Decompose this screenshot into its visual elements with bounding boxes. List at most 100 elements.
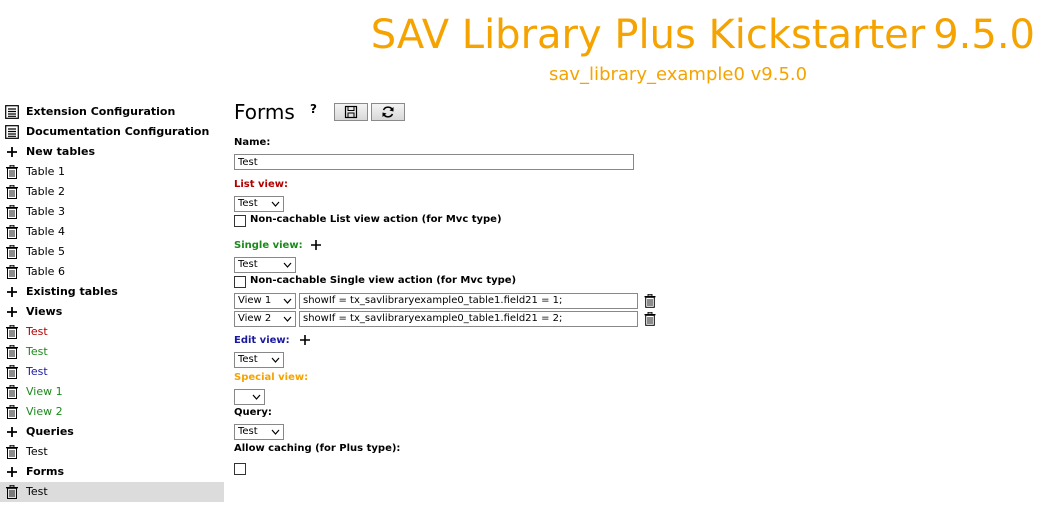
sidebar-item-forms[interactable]: Forms: [0, 462, 224, 482]
sidebar-item-label: Table 4: [26, 225, 65, 238]
list-view-select[interactable]: Test: [234, 196, 284, 212]
sidebar-item-label: Existing tables: [26, 285, 118, 298]
sidebar-item-test[interactable]: Test: [0, 342, 224, 362]
chevron-down-icon: [283, 298, 292, 304]
caching-checkbox[interactable]: [234, 463, 246, 475]
chevron-down-icon: [271, 201, 280, 207]
delete-view-1-icon[interactable]: [644, 294, 656, 308]
list-view-label: List view:: [234, 179, 288, 190]
forms-header: Forms ?: [234, 100, 1034, 130]
sidebar-item-table-2[interactable]: Table 2: [0, 182, 224, 202]
delete-view-2-icon[interactable]: [644, 312, 656, 326]
trash-icon[interactable]: [5, 325, 19, 339]
sidebar-item-label: Test: [26, 485, 48, 498]
app-title: SAV Library Plus Kickstarter 9.5.0: [370, 12, 1035, 58]
app-version: 9.5.0: [933, 12, 1035, 58]
plus-icon[interactable]: [5, 285, 19, 299]
name-input[interactable]: [234, 154, 634, 170]
single-view-label: Single view:: [234, 240, 303, 251]
list-view-selected: Test: [238, 198, 258, 209]
chevron-down-icon: [283, 316, 292, 322]
save-button[interactable]: [334, 103, 368, 121]
add-single-view-icon[interactable]: [310, 239, 322, 251]
plus-icon[interactable]: [5, 465, 19, 479]
sidebar-item-table-3[interactable]: Table 3: [0, 202, 224, 222]
single-view-select[interactable]: Test: [234, 257, 296, 273]
page-title: Forms: [234, 100, 295, 124]
sidebar-item-test[interactable]: Test: [0, 482, 224, 502]
plus-icon[interactable]: [5, 145, 19, 159]
sidebar-item-label: Documentation Configuration: [26, 125, 210, 138]
sidebar-item-label: Extension Configuration: [26, 105, 176, 118]
single-view-1-selected: View 1: [238, 295, 272, 306]
sidebar-item-view-2[interactable]: View 2: [0, 402, 224, 422]
sidebar-item-label: Test: [26, 365, 48, 378]
single-view-2-select[interactable]: View 2: [234, 311, 296, 327]
document-list-icon: [5, 105, 19, 119]
edit-view-label: Edit view:: [234, 335, 290, 346]
trash-icon[interactable]: [5, 385, 19, 399]
chevron-down-icon: [271, 357, 280, 363]
single-noncache-label: Non-cachable Single view action (for Mvc…: [250, 275, 517, 286]
trash-icon[interactable]: [5, 185, 19, 199]
plus-icon[interactable]: [5, 425, 19, 439]
extension-subtitle: sav_library_example0 v9.5.0: [549, 64, 808, 85]
sidebar-item-new-tables[interactable]: New tables: [0, 142, 224, 162]
help-icon[interactable]: ?: [310, 102, 317, 116]
trash-icon[interactable]: [5, 245, 19, 259]
forms-panel: Forms ? Name: List view: Test Non-cachab…: [234, 100, 1034, 475]
sidebar-item-label: View 2: [26, 405, 63, 418]
caching-label: Allow caching (for Plus type):: [234, 443, 401, 454]
chevron-down-icon: [283, 262, 292, 268]
special-view-label: Special view:: [234, 372, 309, 383]
trash-icon[interactable]: [5, 445, 19, 459]
sidebar-item-label: View 1: [26, 385, 63, 398]
edit-view-select[interactable]: Test: [234, 352, 284, 368]
trash-icon[interactable]: [5, 265, 19, 279]
sidebar-item-table-1[interactable]: Table 1: [0, 162, 224, 182]
chevron-down-icon: [252, 394, 261, 400]
query-select[interactable]: Test: [234, 424, 284, 440]
single-view-2-condition[interactable]: showIf = tx_savlibraryexample0_table1.fi…: [299, 311, 638, 327]
sidebar-item-table-5[interactable]: Table 5: [0, 242, 224, 262]
single-view-1-condition[interactable]: showIf = tx_savlibraryexample0_table1.fi…: [299, 293, 638, 309]
special-view-select[interactable]: [234, 389, 265, 405]
save-icon: [344, 105, 358, 119]
sidebar-item-table-4[interactable]: Table 4: [0, 222, 224, 242]
plus-icon[interactable]: [5, 305, 19, 319]
chevron-down-icon: [271, 429, 280, 435]
single-view-1-select[interactable]: View 1: [234, 293, 296, 309]
sidebar-item-label: Test: [26, 445, 48, 458]
refresh-icon: [382, 106, 394, 118]
sidebar-item-label: Views: [26, 305, 63, 318]
sidebar-item-label: Table 2: [26, 185, 65, 198]
sidebar-item-table-6[interactable]: Table 6: [0, 262, 224, 282]
query-selected: Test: [238, 426, 258, 437]
trash-icon[interactable]: [5, 205, 19, 219]
sidebar-item-view-1[interactable]: View 1: [0, 382, 224, 402]
trash-icon[interactable]: [5, 405, 19, 419]
sidebar-item-label: Forms: [26, 465, 65, 478]
trash-icon[interactable]: [5, 345, 19, 359]
single-noncache-checkbox[interactable]: [234, 276, 246, 288]
sidebar-item-queries[interactable]: Queries: [0, 422, 224, 442]
trash-icon[interactable]: [5, 225, 19, 239]
trash-icon[interactable]: [5, 365, 19, 379]
app-header: SAV Library Plus Kickstarter 9.5.0: [371, 12, 1035, 58]
sidebar-item-existing-tables[interactable]: Existing tables: [0, 282, 224, 302]
trash-icon[interactable]: [5, 165, 19, 179]
sidebar-item-test[interactable]: Test: [0, 362, 224, 382]
sidebar-item-label: New tables: [26, 145, 95, 158]
query-label: Query:: [234, 407, 272, 418]
list-noncache-label: Non-cachable List view action (for Mvc t…: [250, 214, 502, 225]
trash-icon[interactable]: [5, 485, 19, 499]
sidebar-item-views[interactable]: Views: [0, 302, 224, 322]
sidebar-item-test[interactable]: Test: [0, 322, 224, 342]
add-edit-view-icon[interactable]: [299, 334, 311, 346]
list-noncache-checkbox[interactable]: [234, 215, 246, 227]
refresh-button[interactable]: [371, 103, 405, 121]
sidebar-item-label: Queries: [26, 425, 74, 438]
sidebar-item-test[interactable]: Test: [0, 442, 224, 462]
sidebar-item-extension-configuration[interactable]: Extension Configuration: [0, 102, 224, 122]
sidebar-item-documentation-configuration[interactable]: Documentation Configuration: [0, 122, 224, 142]
